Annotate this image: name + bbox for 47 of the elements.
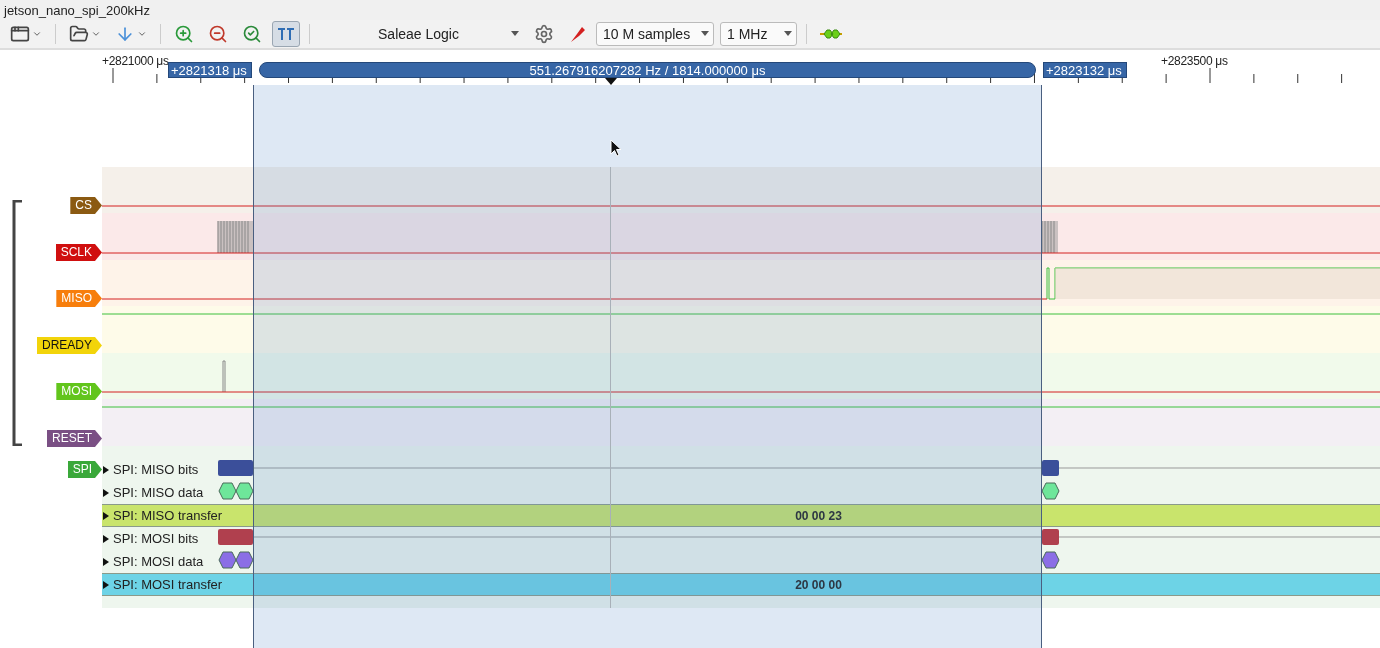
caret-icon	[137, 29, 147, 39]
analyzer-row-label[interactable]: SPI: MOSI data	[113, 554, 204, 569]
zoom-fit-icon	[242, 24, 262, 44]
caret-icon	[511, 31, 519, 37]
expand-arrow-icon[interactable]	[102, 487, 110, 498]
analyzer-row-label[interactable]: SPI: MISO bits	[113, 462, 199, 477]
transfer-value: 00 00 23	[794, 508, 843, 523]
window-title: jetson_nano_spi_200kHz	[0, 0, 1380, 20]
channel-tag[interactable]: DREADY	[37, 337, 102, 354]
expand-arrow-icon[interactable]	[102, 533, 110, 544]
hexagons-icon	[820, 28, 842, 40]
caret-icon	[784, 31, 792, 37]
settings-icon	[534, 24, 554, 44]
measurement-bar: 551.267916207282 Hz / 1814.000000 μs	[259, 62, 1036, 78]
folder-icon	[69, 24, 89, 44]
channel-tag[interactable]: SCLK	[55, 244, 102, 261]
start-marker[interactable]: +2821318 μs	[168, 62, 252, 78]
time-label: +2823500 μs	[1161, 54, 1228, 68]
window-icon	[10, 24, 30, 44]
zoom-in-icon	[174, 24, 194, 44]
device-dropdown[interactable]: Saleae Logic	[319, 22, 524, 46]
analyzer-row-label[interactable]: SPI: MOSI transfer	[113, 577, 223, 592]
probe-icon	[568, 24, 586, 44]
mouse-pointer-icon	[610, 139, 622, 157]
channel-tag[interactable]: CS	[70, 197, 102, 214]
transfer-value: 20 00 00	[794, 577, 843, 592]
samples-dropdown[interactable]: 10 M samples	[596, 22, 714, 46]
time-label: +2821000 μs	[102, 54, 169, 68]
analyzer-row-label[interactable]: SPI: MISO transfer	[113, 508, 223, 523]
analyzer-row-label[interactable]: SPI: MOSI bits	[113, 531, 199, 546]
expand-arrow-icon[interactable]	[102, 579, 110, 590]
clock-burst	[217, 220, 253, 254]
caret-icon	[701, 31, 709, 37]
caret-icon	[91, 29, 101, 39]
expand-arrow-icon[interactable]	[102, 464, 110, 475]
end-marker[interactable]: +2823132 μs	[1043, 62, 1127, 78]
channel-tag[interactable]: RESET	[47, 430, 102, 447]
clock-burst	[1041, 220, 1058, 254]
zoom-out-icon	[208, 24, 228, 44]
signal-spike	[222, 360, 226, 393]
caret-icon	[32, 29, 42, 39]
marker-toggle-button[interactable]	[272, 21, 300, 47]
expand-arrow-icon[interactable]	[102, 510, 110, 521]
analyzer-row-label[interactable]: SPI: MISO data	[113, 485, 204, 500]
expand-arrow-icon[interactable]	[102, 556, 110, 567]
sample-rate-dropdown[interactable]: 1 MHz	[720, 22, 797, 46]
markers-icon	[276, 25, 296, 43]
